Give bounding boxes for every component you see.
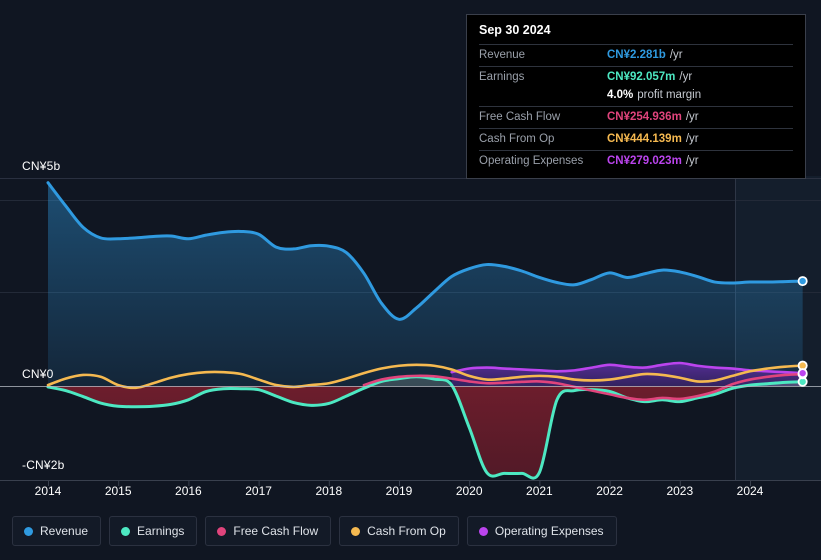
tooltip-row-label: Revenue xyxy=(479,49,526,61)
y-axis-label-bottom: -CN¥2b xyxy=(22,458,65,472)
tooltip-row: Revenue CN¥2.281b/yr xyxy=(479,44,793,66)
tooltip-row-value: CN¥444.139m/yr xyxy=(607,133,699,145)
tooltip-rows: Revenue CN¥2.281b/yr Earnings CN¥92.057m/yr… xyxy=(479,44,793,172)
legend-item-label: Revenue xyxy=(40,524,89,538)
x-axis-tick-label: 2018 xyxy=(315,484,343,498)
tooltip-row-label: Cash From Op xyxy=(479,133,555,145)
x-axis-tick-label: 2024 xyxy=(736,484,764,498)
x-axis-tick-label: 2023 xyxy=(666,484,694,498)
financial-chart-page: CN¥5b CN¥0 -CN¥2b 2014 2015 2016 2017 2018 20… xyxy=(0,0,821,560)
legend-item-label: Cash From Op xyxy=(367,524,446,538)
tooltip-date: Sep 30 2024 xyxy=(479,23,551,37)
tooltip-row: 4.0% profit margin xyxy=(479,88,793,106)
legend-item-operating-expenses[interactable]: Operating Expenses xyxy=(466,516,617,546)
x-axis-tick-label: 2017 xyxy=(245,484,272,498)
tooltip-row: Earnings CN¥92.057m/yr xyxy=(479,66,793,88)
legend-item-label: Operating Expenses xyxy=(494,524,604,538)
tooltip-row-label: Operating Expenses xyxy=(479,155,584,167)
legend-color-swatch-icon xyxy=(217,526,227,536)
x-axis-tick-label: 2019 xyxy=(385,484,413,498)
y-axis-label-zero: CN¥0 xyxy=(22,367,54,381)
tooltip-row-value: CN¥2.281b/yr xyxy=(607,49,683,61)
x-axis-tick-label: 2020 xyxy=(455,484,483,498)
tooltip-row: Cash From Op CN¥444.139m/yr xyxy=(479,128,793,150)
tooltip-row-value: CN¥254.936m/yr xyxy=(607,111,699,123)
legend-color-swatch-icon xyxy=(351,526,361,536)
endpoint-marker-revenue xyxy=(797,276,808,287)
x-axis-tick-label: 2015 xyxy=(104,484,132,498)
data-tooltip: Sep 30 2024 Revenue CN¥2.281b/yr Earnings C… xyxy=(466,14,806,179)
x-axis-tick-label: 2016 xyxy=(175,484,202,498)
legend-item-cash-from-op[interactable]: Cash From Op xyxy=(339,516,459,546)
legend-item-free-cash-flow[interactable]: Free Cash Flow xyxy=(205,516,332,546)
tooltip-row-value: 4.0% profit margin xyxy=(607,89,702,101)
legend-item-label: Free Cash Flow xyxy=(233,524,319,538)
legend-color-swatch-icon xyxy=(24,526,33,536)
tooltip-row-value: CN¥279.023m/yr xyxy=(607,155,699,167)
legend-item-earnings[interactable]: Earnings xyxy=(109,516,198,546)
legend-item-revenue[interactable]: Revenue xyxy=(12,516,102,546)
y-axis-label-top: CN¥5b xyxy=(22,159,61,173)
endpoint-marker-operating-expenses xyxy=(797,368,808,379)
x-axis-tick-label: 2022 xyxy=(596,484,623,498)
chart-legend[interactable]: Revenue Earnings Free Cash Flow Cash From O… xyxy=(12,516,617,546)
x-axis-tick-label: 2014 xyxy=(34,484,62,498)
tooltip-row: Operating Expenses CN¥279.023m/yr xyxy=(479,150,793,172)
tooltip-row: Free Cash Flow CN¥254.936m/yr xyxy=(479,106,793,128)
legend-item-label: Earnings xyxy=(137,524,185,538)
x-axis-tick-label: 2021 xyxy=(526,484,553,498)
legend-color-swatch-icon xyxy=(121,526,131,536)
x-axis-labels: 2014 2015 2016 2017 2018 2019 2020 2021 2022 2023… xyxy=(0,484,821,504)
tooltip-row-label: Earnings xyxy=(479,71,525,83)
legend-color-swatch-icon xyxy=(478,526,488,536)
tooltip-row-label: Free Cash Flow xyxy=(479,111,561,123)
tooltip-row-value: CN¥92.057m/yr xyxy=(607,71,693,83)
